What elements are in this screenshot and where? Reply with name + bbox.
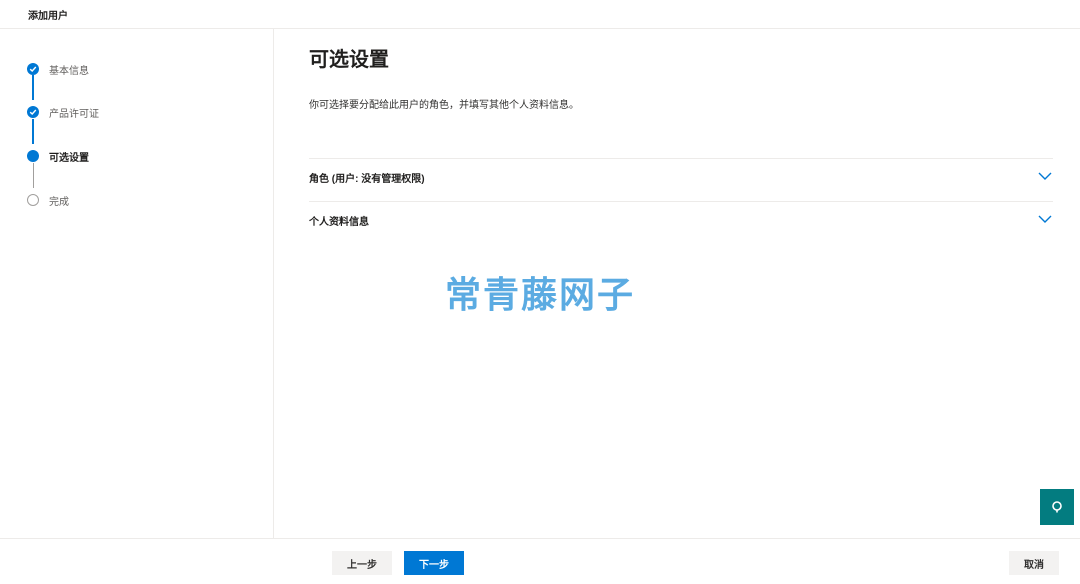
- step-optional-settings[interactable]: 可选设置: [27, 148, 89, 164]
- step-label: 可选设置: [49, 153, 89, 164]
- accordion-label: 角色 (用户: 没有管理权限): [309, 174, 425, 185]
- step-connector: [32, 75, 34, 100]
- accordion-label: 个人资料信息: [309, 217, 369, 228]
- step-label: 产品许可证: [49, 109, 99, 120]
- check-icon: [27, 63, 39, 75]
- help-chat-button[interactable]: [1040, 489, 1074, 525]
- footer-bar: 上一步 下一步 取消: [0, 538, 1080, 584]
- next-button[interactable]: 下一步: [404, 551, 464, 575]
- step-finish: 完成: [27, 192, 69, 208]
- chevron-down-icon[interactable]: [1037, 212, 1053, 226]
- section-title: 可选设置: [309, 49, 389, 71]
- step-connector: [32, 163, 34, 188]
- add-user-wizard: 添加用户 基本信息 产品许可证 可选设置 完成 可选设置 你可选择要分配给此用户…: [0, 0, 1080, 584]
- dot-icon: [27, 150, 39, 162]
- title-bar: 添加用户: [0, 0, 1080, 29]
- back-button[interactable]: 上一步: [332, 551, 392, 575]
- profile-info-accordion[interactable]: 个人资料信息: [309, 201, 1053, 243]
- cancel-button[interactable]: 取消: [1009, 551, 1059, 575]
- watermark: 常青藤网子: [444, 274, 635, 315]
- page-title: 添加用户: [28, 11, 68, 22]
- step-product-license[interactable]: 产品许可证: [27, 104, 99, 120]
- chevron-down-icon[interactable]: [1037, 169, 1053, 183]
- empty-circle-icon: [27, 194, 39, 206]
- chat-bubble-icon: [1052, 501, 1062, 513]
- step-label: 基本信息: [49, 66, 89, 77]
- step-label: 完成: [49, 197, 69, 208]
- roles-accordion[interactable]: 角色 (用户: 没有管理权限): [309, 158, 1053, 200]
- check-icon: [27, 106, 39, 118]
- section-description: 你可选择要分配给此用户的角色，并填写其他个人资料信息。: [309, 100, 579, 111]
- step-connector: [32, 119, 34, 144]
